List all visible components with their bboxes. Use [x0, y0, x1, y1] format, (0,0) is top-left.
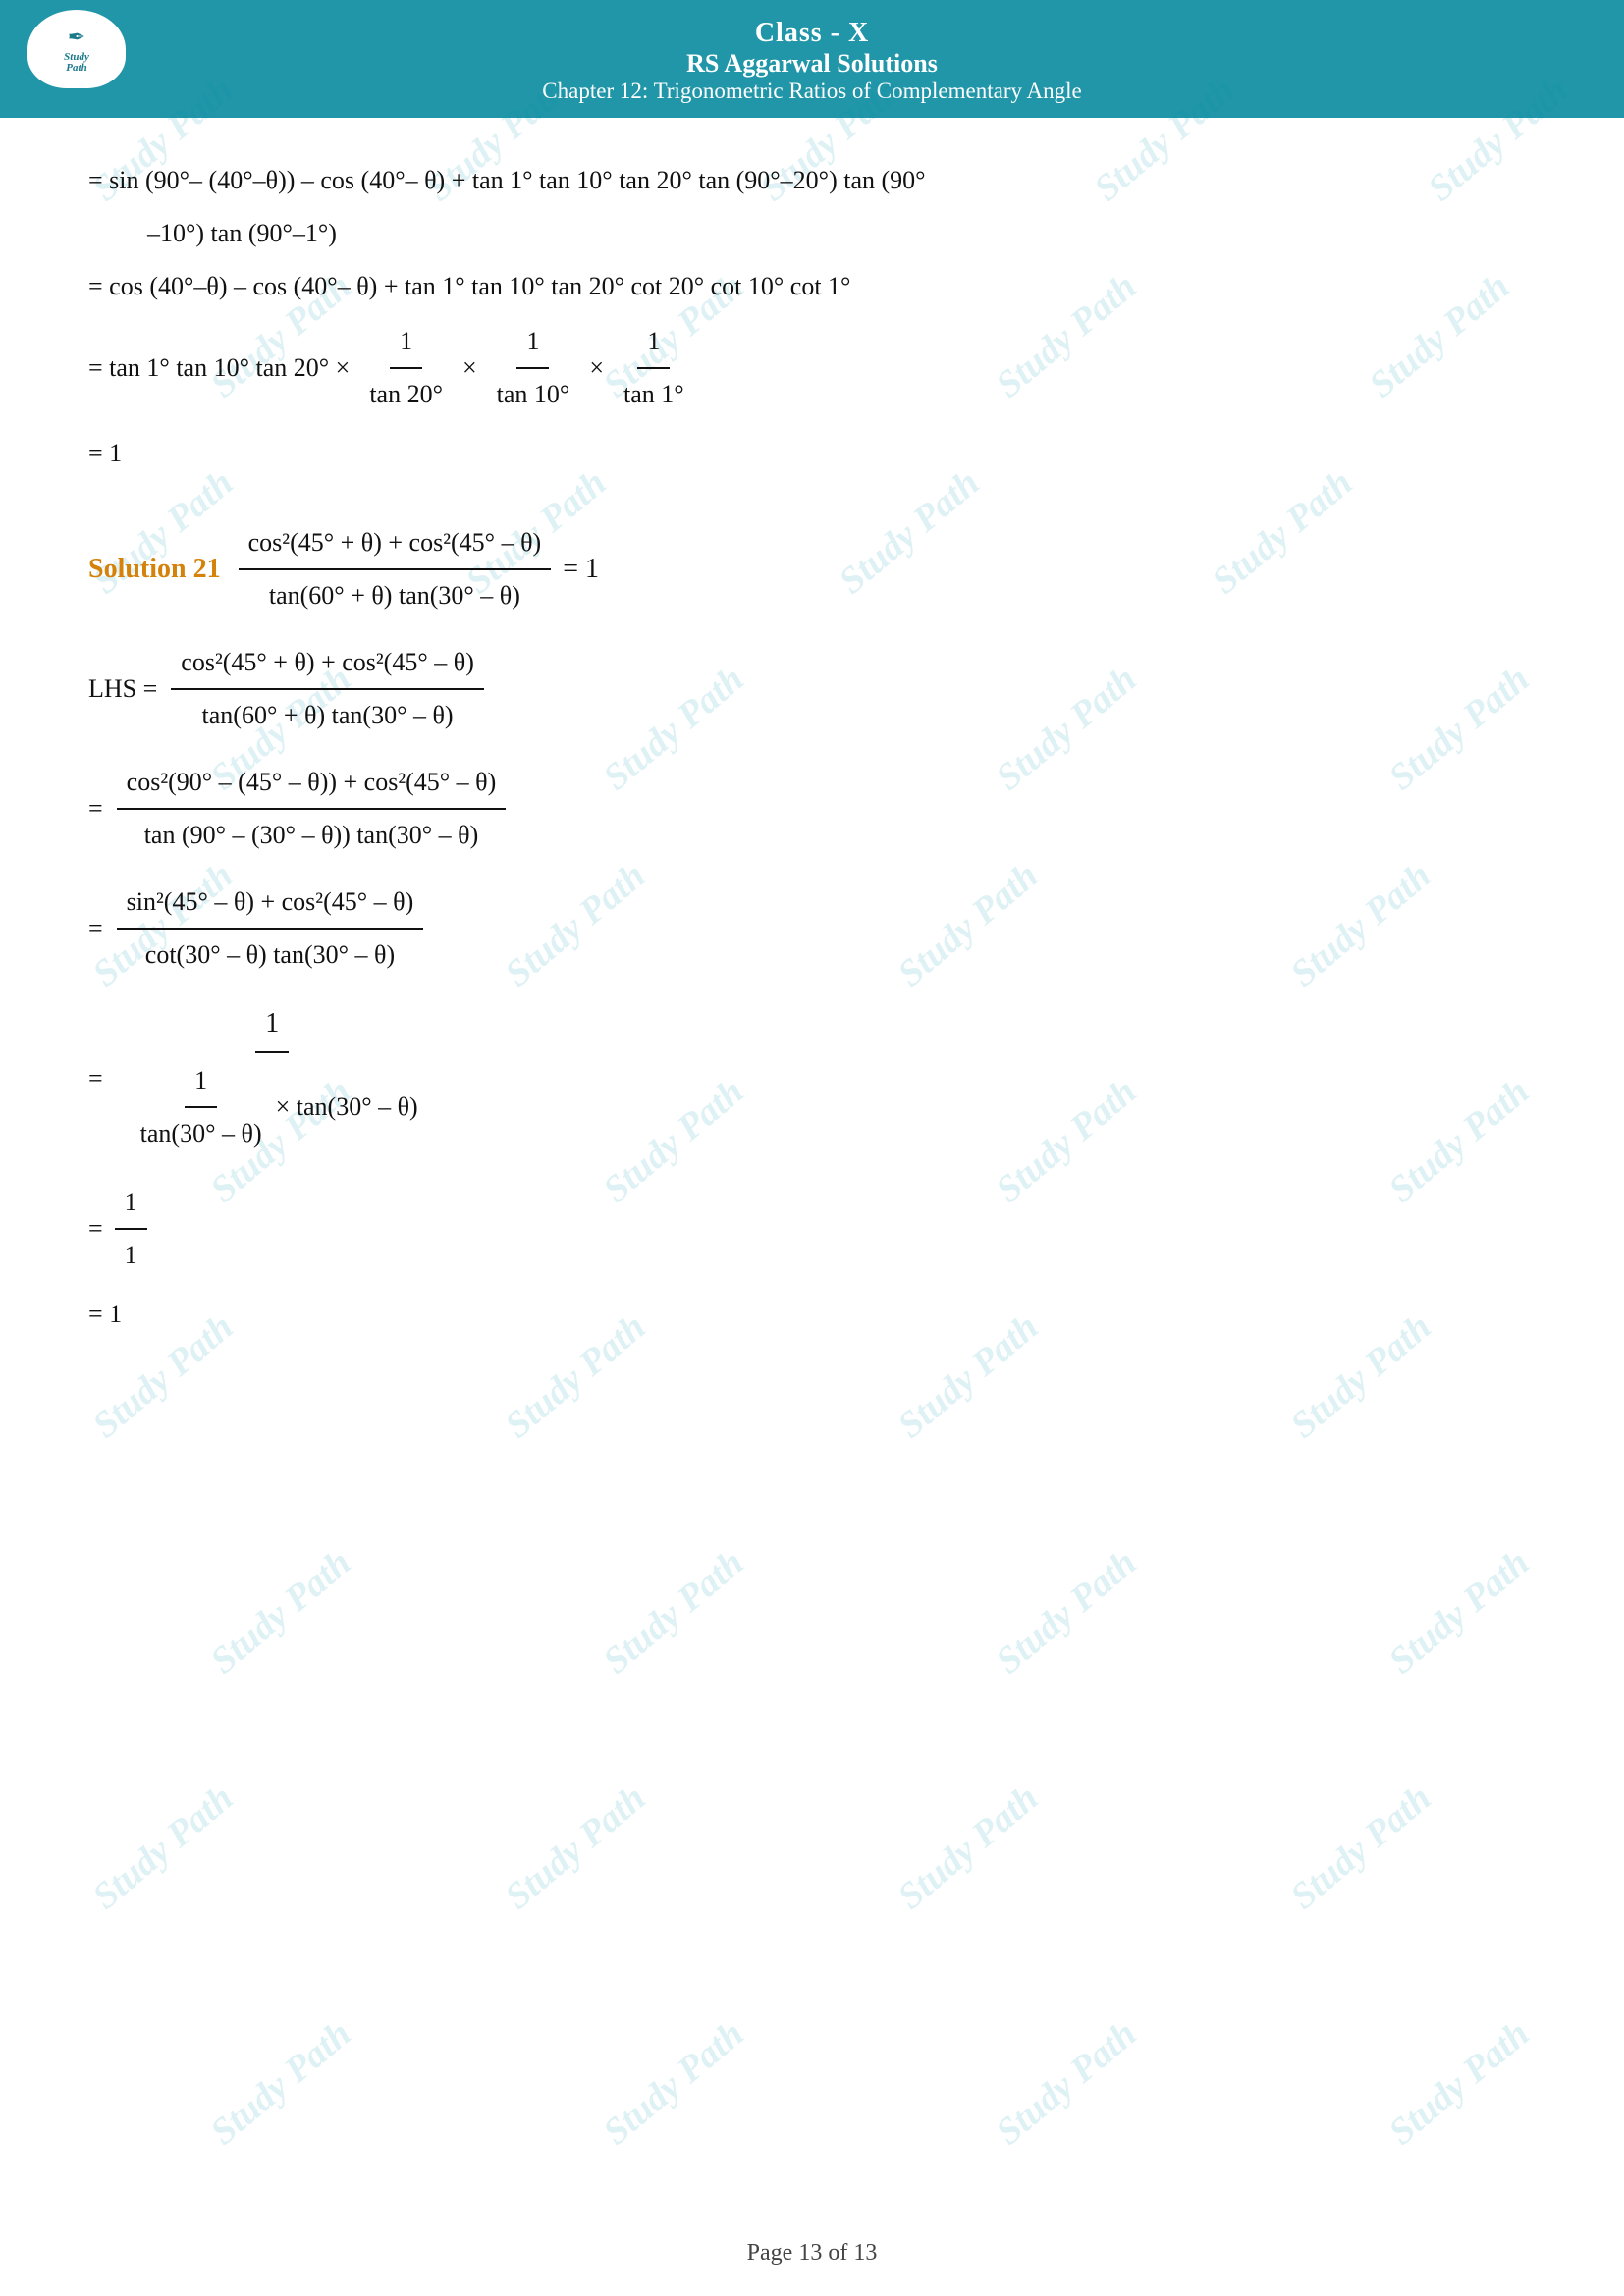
sol21-frac-den: tan(60° + θ) tan(30° – θ) [259, 570, 530, 621]
math-line-3: = cos (40°–θ) – cos (40°– θ) + tan 1° ta… [88, 263, 1536, 310]
watermark-40: Study Path [988, 2012, 1145, 2154]
sol21-frac-num: cos²(45° + θ) + cos²(45° – θ) [239, 517, 552, 570]
watermark-33: Study Path [1380, 1541, 1538, 1682]
watermark-36: Study Path [890, 1777, 1047, 1918]
fraction-2-tan10: 1 tan 10° [487, 316, 580, 420]
chapter-title: Chapter 12: Trigonometric Ratios of Comp… [0, 79, 1624, 104]
step2-eq: = [88, 785, 103, 832]
fraction-3-tan1: 1 tan 1° [614, 316, 694, 420]
watermark-41: Study Path [1380, 2012, 1538, 2154]
math-line-4: = tan 1° tan 10° tan 20° × 1 tan 20° × 1… [88, 316, 1536, 420]
math-line-5: = 1 [88, 430, 1536, 477]
frac1-den: tan 20° [359, 369, 453, 420]
fraction-1-tan20: 1 tan 20° [359, 316, 453, 420]
step3-frac: sin²(45° – θ) + cos²(45° – θ) cot(30° – … [117, 877, 424, 981]
header: ✒ Study Path Class - X RS Aggarwal Solut… [0, 0, 1624, 118]
line2-text: –10°) tan (90°–1°) [147, 219, 337, 247]
line4-prefix: = tan 1° tan 10° tan 20° × [88, 345, 350, 392]
logo-path-text: Path [66, 63, 86, 74]
step6: = 1 [88, 1291, 1536, 1338]
page-label: Page 13 of 13 [747, 2240, 878, 2266]
step4-inner-den: tan(30° – θ) [131, 1108, 272, 1159]
rs-title: RS Aggarwal Solutions [0, 49, 1624, 79]
frac3-den: tan 1° [614, 369, 694, 420]
pen-icon: ✒ [68, 25, 85, 50]
solution21-heading: Solution 21 cos²(45° + θ) + cos²(45° – θ… [88, 517, 1536, 621]
line5-text: = 1 [88, 439, 122, 467]
step2-num: cos²(90° – (45° – θ)) + cos²(45° – θ) [117, 757, 507, 810]
step4-den: 1 tan(30° – θ) × tan(30° – θ) [117, 1053, 428, 1161]
step2-den: tan (90° – (30° – θ)) tan(30° – θ) [135, 810, 489, 861]
watermark-34: Study Path [84, 1777, 242, 1918]
step4-den-suffix: × tan(30° – θ) [276, 1084, 418, 1131]
step3-den: cot(30° – θ) tan(30° – θ) [135, 930, 405, 981]
frac3-num: 1 [637, 316, 670, 369]
step5: = 1 1 [88, 1177, 1536, 1281]
page: ✒ Study Path Class - X RS Aggarwal Solut… [0, 0, 1624, 2296]
math-line-2: –10°) tan (90°–1°) [147, 210, 1536, 257]
lhs-frac: cos²(45° + θ) + cos²(45° – θ) tan(60° + … [171, 637, 484, 741]
step4-inner-frac: 1 tan(30° – θ) [131, 1055, 272, 1159]
step4-frac: 1 1 tan(30° – θ) × tan(30° – θ) [117, 996, 428, 1161]
step3-eq: = [88, 905, 103, 952]
step2: = cos²(90° – (45° – θ)) + cos²(45° – θ) … [88, 757, 1536, 861]
main-content: = sin (90°– (40°–θ)) – cos (40°– θ) + ta… [0, 118, 1624, 1404]
watermark-37: Study Path [1282, 1777, 1439, 1918]
class-title: Class - X [0, 18, 1624, 49]
step5-eq: = [88, 1205, 103, 1253]
step5-frac: 1 1 [115, 1177, 147, 1281]
step3: = sin²(45° – θ) + cos²(45° – θ) cot(30° … [88, 877, 1536, 981]
step6-text: = 1 [88, 1300, 122, 1328]
lhs-den: tan(60° + θ) tan(30° – θ) [192, 690, 463, 741]
lhs-num: cos²(45° + θ) + cos²(45° – θ) [171, 637, 484, 690]
frac2-den: tan 10° [487, 369, 580, 420]
step3-num: sin²(45° – θ) + cos²(45° – θ) [117, 877, 424, 930]
math-line-1: = sin (90°– (40°–θ)) – cos (40°– θ) + ta… [88, 157, 1536, 204]
step2-frac: cos²(90° – (45° – θ)) + cos²(45° – θ) ta… [117, 757, 507, 861]
step4: = 1 1 tan(30° – θ) × tan(30° – θ) [88, 996, 1536, 1161]
step5-den: 1 [115, 1230, 147, 1281]
step4-inner-num: 1 [185, 1055, 217, 1108]
step4-eq: = [88, 1055, 103, 1102]
cross2: × [589, 345, 604, 392]
frac1-num: 1 [390, 316, 422, 369]
lhs-step1: LHS = cos²(45° + θ) + cos²(45° – θ) tan(… [88, 637, 1536, 741]
frac2-num: 1 [516, 316, 549, 369]
step5-num: 1 [115, 1177, 147, 1230]
logo-circle: ✒ Study Path [27, 10, 126, 88]
solution-21-block: Solution 21 cos²(45° + θ) + cos²(45° – θ… [88, 517, 1536, 1339]
watermark-39: Study Path [595, 2012, 752, 2154]
watermark-35: Study Path [497, 1777, 654, 1918]
line3-text: = cos (40°–θ) – cos (40°– θ) + tan 1° ta… [88, 272, 850, 300]
solution21-label: Solution 21 [88, 544, 221, 595]
watermark-30: Study Path [202, 1541, 359, 1682]
solution21-main-frac: cos²(45° + θ) + cos²(45° – θ) tan(60° + … [239, 517, 552, 621]
watermark-38: Study Path [202, 2012, 359, 2154]
sol21-eq: = 1 [563, 544, 599, 595]
logo-container: ✒ Study Path [27, 10, 135, 88]
watermark-31: Study Path [595, 1541, 752, 1682]
lhs-label: LHS = [88, 666, 157, 713]
watermark-32: Study Path [988, 1541, 1145, 1682]
cross1: × [462, 345, 477, 392]
step4-num: 1 [255, 996, 289, 1053]
footer: Page 13 of 13 [0, 2240, 1624, 2267]
line1-text: = sin (90°– (40°–θ)) – cos (40°– θ) + ta… [88, 166, 926, 194]
